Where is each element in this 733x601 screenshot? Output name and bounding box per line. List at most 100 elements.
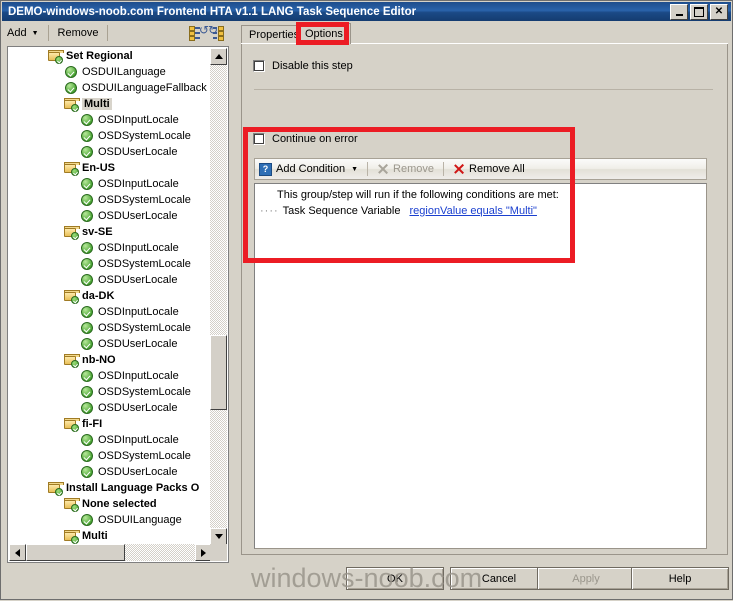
continue-on-error-row[interactable]: Continue on error bbox=[253, 133, 358, 145]
tree-item-label: OSDSystemLocale bbox=[98, 130, 191, 142]
move-down-icon[interactable]: ↻ bbox=[208, 24, 225, 41]
tree-item[interactable]: OSDSystemLocale bbox=[9, 256, 212, 272]
chevron-down-icon: ▼ bbox=[351, 165, 359, 173]
tree-item[interactable]: OSDUserLocale bbox=[9, 144, 212, 160]
horizontal-scroll-thumb[interactable] bbox=[26, 544, 125, 561]
remove-all-x-icon bbox=[453, 163, 465, 175]
remove-button[interactable]: Remove bbox=[53, 23, 104, 43]
remove-x-icon bbox=[377, 163, 389, 175]
folder-icon bbox=[63, 160, 80, 176]
close-icon[interactable]: ✕ bbox=[710, 4, 728, 20]
tree-list: Set Regional OSDUILanguage OSDUILanguageFa… bbox=[9, 48, 212, 544]
tree-item-label: OSDUserLocale bbox=[98, 210, 178, 222]
tree-item[interactable]: OSDSystemLocale bbox=[9, 320, 212, 336]
condition-row[interactable]: ···· Task Sequence Variable regionValue … bbox=[260, 205, 537, 217]
green-check-icon bbox=[79, 112, 95, 128]
tree-item[interactable]: fi-FI bbox=[9, 416, 212, 432]
tree-item[interactable]: Multi bbox=[9, 96, 212, 112]
tree-item[interactable]: OSDInputLocale bbox=[9, 176, 212, 192]
tree-vertical-scrollbar[interactable] bbox=[210, 48, 227, 545]
tree-item[interactable]: OSDUILanguageFallback bbox=[9, 80, 212, 96]
remove-all-conditions-button[interactable]: Remove All bbox=[449, 160, 529, 178]
tree-item[interactable]: OSDInputLocale bbox=[9, 432, 212, 448]
continue-on-error-label: Continue on error bbox=[272, 133, 358, 145]
tree-item[interactable]: OSDInputLocale bbox=[9, 240, 212, 256]
tree-item[interactable]: sv-SE bbox=[9, 224, 212, 240]
remove-button-label: Remove bbox=[57, 27, 99, 39]
tree-item[interactable]: OSDInputLocale bbox=[9, 112, 212, 128]
tab-options[interactable]: Options bbox=[297, 23, 351, 44]
green-check-icon bbox=[79, 304, 95, 320]
chevron-down-icon: ▼ bbox=[31, 29, 39, 37]
ok-button[interactable]: OK bbox=[346, 567, 444, 590]
move-up-icon[interactable]: ↺ bbox=[189, 24, 209, 41]
continue-on-error-checkbox[interactable] bbox=[253, 133, 265, 145]
tree-viewport: Set Regional OSDUILanguage OSDUILanguageFa… bbox=[9, 48, 212, 545]
tree-item[interactable]: da-DK bbox=[9, 288, 212, 304]
cancel-button-label: Cancel bbox=[481, 572, 517, 585]
green-check-icon bbox=[79, 192, 95, 208]
green-check-icon bbox=[79, 144, 95, 160]
tree-item[interactable]: OSDUserLocale bbox=[9, 336, 212, 352]
scroll-up-arrow[interactable] bbox=[210, 48, 227, 65]
toolbar-separator-2 bbox=[107, 25, 109, 41]
maximize-button[interactable] bbox=[690, 4, 708, 20]
tree-item[interactable]: OSDUserLocale bbox=[9, 208, 212, 224]
green-check-icon bbox=[79, 128, 95, 144]
remove-condition-button[interactable]: Remove bbox=[373, 160, 438, 178]
tree-item[interactable]: OSDUserLocale bbox=[9, 400, 212, 416]
tree-item[interactable]: Multi bbox=[9, 528, 212, 544]
tree-item[interactable]: OSDSystemLocale bbox=[9, 448, 212, 464]
tree-item[interactable]: OSDSystemLocale bbox=[9, 384, 212, 400]
tree-item-label: OSDUILanguage bbox=[98, 514, 182, 526]
condition-toolbar-separator bbox=[367, 162, 369, 176]
condition-row-prefix: Task Sequence Variable bbox=[282, 205, 401, 217]
remove-condition-label: Remove bbox=[393, 163, 435, 175]
tree-item[interactable]: OSDUserLocale bbox=[9, 272, 212, 288]
task-sequence-tree[interactable]: Set Regional OSDUILanguage OSDUILanguageFa… bbox=[7, 46, 229, 563]
green-check-icon bbox=[79, 400, 95, 416]
cancel-button[interactable]: Cancel bbox=[450, 567, 548, 590]
vertical-scroll-thumb[interactable] bbox=[210, 335, 227, 410]
folder-icon bbox=[63, 288, 80, 304]
green-check-icon bbox=[79, 368, 95, 384]
green-check-icon bbox=[79, 256, 95, 272]
add-condition-button[interactable]: ? Add Condition ▼ bbox=[255, 160, 362, 178]
section-divider bbox=[254, 89, 713, 90]
tree-item[interactable]: OSDSystemLocale bbox=[9, 192, 212, 208]
tree-item-label: OSDSystemLocale bbox=[98, 322, 191, 334]
tree-item[interactable]: En-US bbox=[9, 160, 212, 176]
tree-item[interactable]: OSDSystemLocale bbox=[9, 128, 212, 144]
apply-button-label: Apply bbox=[572, 572, 600, 585]
tree-item[interactable]: OSDInputLocale bbox=[9, 304, 212, 320]
tree-item[interactable]: OSDUILanguage bbox=[9, 512, 212, 528]
dialog-button-bar: OK Cancel Apply Help bbox=[1, 561, 733, 601]
tree-item[interactable]: OSDInputLocale bbox=[9, 368, 212, 384]
disable-step-checkbox[interactable] bbox=[253, 60, 265, 72]
disable-step-row[interactable]: Disable this step bbox=[253, 60, 353, 72]
tree-horizontal-scrollbar[interactable] bbox=[9, 544, 212, 561]
tree-item[interactable]: None selected bbox=[9, 496, 212, 512]
green-check-icon bbox=[79, 208, 95, 224]
add-button-label: Add bbox=[7, 27, 27, 39]
tree-item-label: OSDSystemLocale bbox=[98, 386, 191, 398]
apply-button[interactable]: Apply bbox=[537, 567, 635, 590]
tree-item-label: OSDUserLocale bbox=[98, 146, 178, 158]
tree-item[interactable]: OSDUILanguage bbox=[9, 64, 212, 80]
green-check-icon bbox=[63, 64, 79, 80]
tree-item[interactable]: Set Regional bbox=[9, 48, 212, 64]
help-button[interactable]: Help bbox=[631, 567, 729, 590]
tab-options-label: Options bbox=[305, 28, 343, 40]
tree-item[interactable]: nb-NO bbox=[9, 352, 212, 368]
scroll-left-arrow[interactable] bbox=[9, 544, 26, 561]
tree-item[interactable]: OSDUserLocale bbox=[9, 464, 212, 480]
add-button[interactable]: Add ▼ bbox=[2, 23, 44, 43]
tree-item-label: OSDUserLocale bbox=[98, 402, 178, 414]
tree-item-label: En-US bbox=[82, 162, 115, 174]
minimize-button[interactable] bbox=[670, 4, 688, 20]
tab-strip: Properties Options bbox=[241, 23, 728, 44]
tree-item[interactable]: Install Language Packs O bbox=[9, 480, 212, 496]
scroll-down-arrow[interactable] bbox=[210, 528, 227, 545]
condition-row-link[interactable]: regionValue equals "Multi" bbox=[409, 205, 536, 217]
conditions-list[interactable]: This group/step will run if the followin… bbox=[254, 183, 707, 549]
